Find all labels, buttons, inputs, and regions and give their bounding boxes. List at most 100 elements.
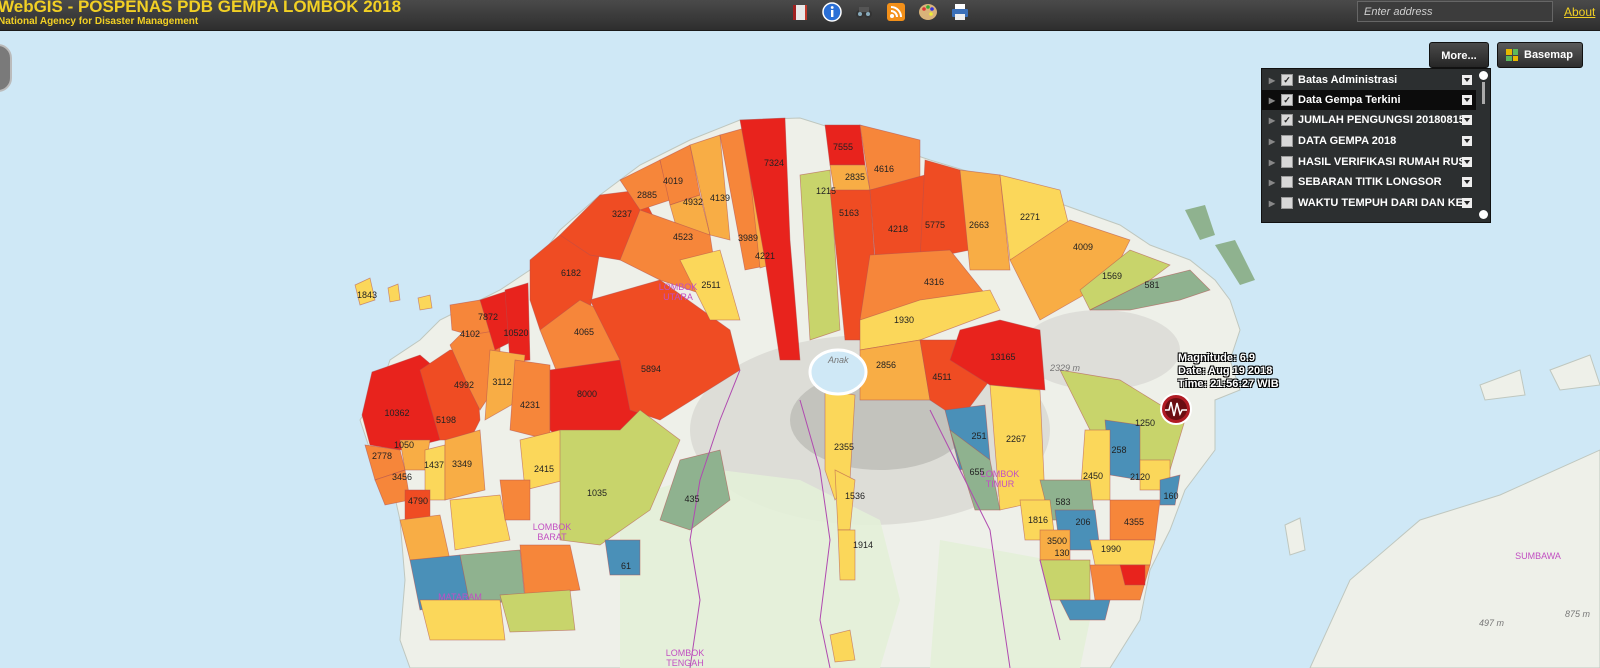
layer-options-dropdown-icon[interactable] (1462, 75, 1472, 85)
about-link[interactable]: About (1564, 5, 1595, 19)
header-bar: WebGIS - POSPENAS PDB GEMPA LOMBOK 2018 … (0, 0, 1600, 31)
region-1914[interactable] (837, 529, 856, 581)
more-button[interactable]: More... (1429, 42, 1489, 68)
layer-checkbox[interactable] (1281, 156, 1293, 168)
region-2267[interactable] (989, 384, 1046, 511)
palette-icon[interactable] (918, 2, 938, 22)
label-5163: 5163 (839, 208, 859, 218)
label-583: 583 (1055, 497, 1070, 507)
label-2120: 2120 (1130, 472, 1150, 482)
earthquake-marker[interactable] (1160, 393, 1192, 425)
layer-row[interactable]: ▶ ✓ Batas Administrasi (1262, 70, 1476, 90)
label-1035: 1035 (587, 488, 607, 498)
printer-icon[interactable] (950, 2, 970, 22)
label-1250: 1250 (1135, 418, 1155, 428)
layer-row[interactable]: ▶ SEBARAN TITIK LONGSOR (1262, 172, 1476, 192)
label-1990: 1990 (1101, 544, 1121, 554)
layer-checkbox[interactable] (1281, 135, 1293, 147)
label-4139: 4932 (683, 197, 703, 207)
label-2778: 2778 (372, 451, 392, 461)
layer-checkbox[interactable] (1281, 197, 1293, 209)
expand-triangle-icon[interactable]: ▶ (1265, 199, 1279, 208)
layer-checkbox[interactable]: ✓ (1281, 94, 1293, 106)
label-1930: 1930 (894, 315, 914, 325)
label-4019: 2885 (637, 190, 657, 200)
layer-label: Data Gempa Terkini (1298, 94, 1401, 106)
label-2663: 2663 (969, 220, 989, 230)
layer-row[interactable]: ▶ HASIL VERIFIKASI RUMAH RUSAK (1262, 152, 1476, 172)
label-4932: 4019 (663, 176, 683, 186)
region-urban-7[interactable] (499, 589, 576, 633)
layer-row[interactable]: ▶ DATA GEMPA 2018 (1262, 131, 1476, 151)
region-islet-2[interactable] (417, 294, 433, 311)
label-4790: 4790 (408, 496, 428, 506)
region-urban-5[interactable] (519, 544, 581, 596)
layer-options-dropdown-icon[interactable] (1462, 198, 1472, 208)
layer-list-scrollbar[interactable] (1479, 71, 1488, 219)
label-61: 61 (621, 561, 631, 571)
app-subtitle: National Agency for Disaster Management (0, 16, 199, 27)
layer-row[interactable]: ▶ ✓ Data Gempa Terkini (1262, 90, 1476, 110)
layer-list-panel: ▶ ✓ Batas Administrasi ▶ ✓ Data Gempa Te… (1261, 68, 1491, 223)
expand-triangle-icon[interactable]: ▶ (1265, 116, 1279, 125)
label-206: 206 (1075, 517, 1090, 527)
label-258: 258 (1111, 445, 1126, 455)
region-urban-6[interactable] (419, 599, 506, 641)
layer-label: Batas Administrasi (1298, 74, 1398, 86)
layer-options-dropdown-icon[interactable] (1462, 95, 1472, 105)
layer-checkbox[interactable] (1281, 176, 1293, 188)
label-251: 251 (971, 431, 986, 441)
layer-row[interactable]: ▶ ✓ JUMLAH PENGUNGSI 20180815 (1262, 110, 1476, 130)
address-search-input[interactable] (1357, 1, 1553, 22)
expand-triangle-icon[interactable]: ▶ (1265, 178, 1279, 187)
label-2885: 4009 (1073, 242, 1093, 252)
layer-row[interactable]: ▶ WAKTU TEMPUH DARI DAN KE (1262, 193, 1476, 213)
layer-checkbox[interactable]: ✓ (1281, 114, 1293, 126)
place-lombok-timur: LOMBOK TIMUR (981, 469, 1020, 489)
label-7555: 7555 (833, 142, 853, 152)
label-1843: 1843 (357, 290, 377, 300)
label-13165: 13165 (990, 352, 1015, 362)
expand-triangle-icon[interactable]: ▶ (1265, 76, 1279, 85)
label-1437: 1437 (424, 460, 444, 470)
basemap-grid-icon (1506, 49, 1518, 61)
basemap-button[interactable]: Basemap (1497, 42, 1583, 68)
expand-triangle-icon[interactable]: ▶ (1265, 158, 1279, 167)
layer-label: WAKTU TEMPUH DARI DAN KE (1298, 197, 1462, 209)
label-1569: 1569 (1102, 271, 1122, 281)
region-urban-2[interactable] (449, 494, 511, 551)
scroll-thumb[interactable] (1482, 82, 1485, 104)
label-7872: 7872 (478, 312, 498, 322)
panel-toggle-handle[interactable] (0, 44, 12, 92)
label-4065: 4065 (574, 327, 594, 337)
binoculars-icon[interactable] (854, 2, 874, 22)
expand-triangle-icon[interactable]: ▶ (1265, 137, 1279, 146)
elev-497: 497 m (1479, 618, 1505, 628)
info-icon[interactable] (822, 2, 842, 22)
label-2415: 2415 (534, 464, 554, 474)
region-1990[interactable] (1089, 539, 1156, 566)
region-urban-8[interactable] (499, 479, 531, 521)
label-2835: 2835 (845, 172, 865, 182)
layer-checkbox[interactable]: ✓ (1281, 74, 1293, 86)
region-2856[interactable] (859, 339, 931, 401)
layer-options-dropdown-icon[interactable] (1462, 177, 1472, 187)
expand-triangle-icon[interactable]: ▶ (1265, 96, 1279, 105)
scroll-up-icon[interactable] (1479, 71, 1488, 80)
layer-options-dropdown-icon[interactable] (1462, 136, 1472, 146)
layer-label: JUMLAH PENGUNGSI 20180815 (1298, 114, 1462, 126)
label-4355: 4355 (1124, 517, 1144, 527)
scroll-down-icon[interactable] (1479, 210, 1488, 219)
layer-options-dropdown-icon[interactable] (1462, 115, 1472, 125)
basemap-label: Basemap (1524, 49, 1573, 61)
label-3989: 4523 (673, 232, 693, 242)
label-1050: 1050 (394, 440, 414, 450)
layer-options-dropdown-icon[interactable] (1462, 157, 1472, 167)
place-lombok-tengah: LOMBOK TENGAH (666, 648, 705, 668)
book-icon[interactable] (790, 2, 810, 22)
label-5775: 5775 (925, 220, 945, 230)
label-3349: 3349 (452, 459, 472, 469)
label-5894: 5894 (641, 364, 661, 374)
rss-icon[interactable] (886, 2, 906, 22)
label-4992: 4992 (454, 380, 474, 390)
